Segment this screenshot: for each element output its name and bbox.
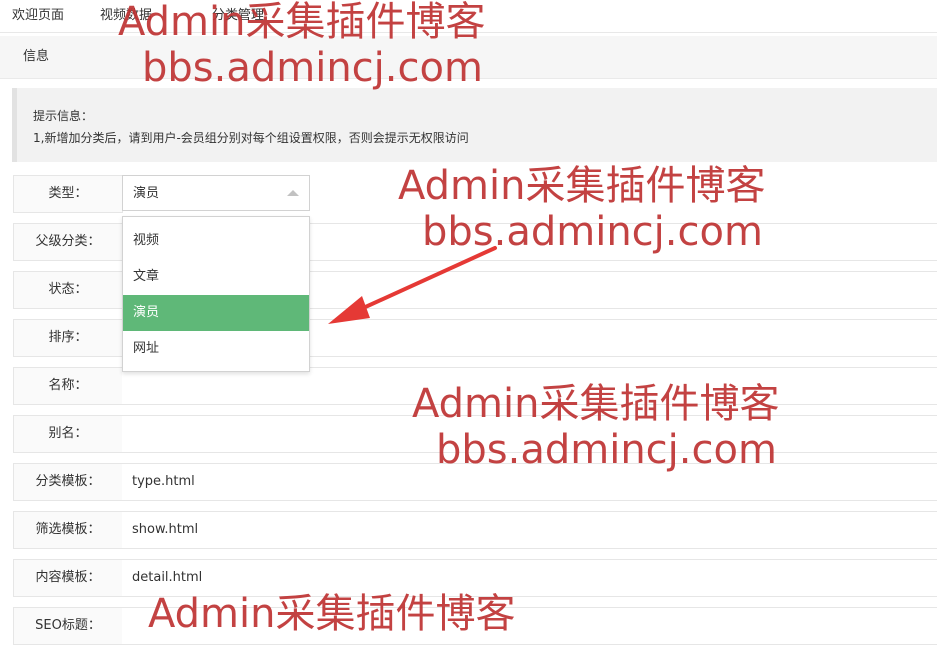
type-option-actor[interactable]: 演员 (123, 295, 309, 331)
parent-category-label: 父级分类： (13, 223, 123, 261)
content-template-label: 内容模板： (13, 559, 123, 597)
form-row-name: 名称： (13, 367, 937, 405)
filter-template-value: show.html (132, 522, 199, 537)
form-row-seo-title: SEO标题： (13, 607, 937, 645)
type-option-video[interactable]: 视频 (123, 223, 309, 259)
content-template-value: detail.html (132, 570, 203, 585)
type-select[interactable]: 演员 (122, 175, 310, 211)
name-input[interactable] (122, 367, 937, 405)
sub-tab-bar: 信息 (0, 36, 937, 79)
category-template-label: 分类模板： (13, 463, 123, 501)
tab-video-data[interactable]: 视频数据 (100, 0, 152, 32)
alias-input[interactable] (122, 415, 937, 453)
notice-title: 提示信息： (33, 109, 94, 123)
filter-template-input[interactable]: show.html (122, 511, 937, 549)
name-label: 名称： (13, 367, 123, 405)
type-select-value: 演员 (133, 186, 160, 201)
notice-text: 1,新增加分类后，请到用户-会员组分别对每个组设置权限，否则会提示无权限访问 (33, 131, 469, 145)
form-row-content-template: 内容模板： detail.html (13, 559, 937, 597)
tab-category-management[interactable]: 分类管理 (212, 0, 264, 32)
content-template-input[interactable]: detail.html (122, 559, 937, 597)
category-template-input[interactable]: type.html (122, 463, 937, 501)
alias-label: 别名： (13, 415, 123, 453)
tab-info[interactable]: 信息 (23, 36, 49, 78)
notice-box: 提示信息： 1,新增加分类后，请到用户-会员组分别对每个组设置权限，否则会提示无… (12, 88, 937, 162)
status-label: 状态： (13, 271, 123, 309)
type-option-article[interactable]: 文章 (123, 259, 309, 295)
form-row-category-template: 分类模板： type.html (13, 463, 937, 501)
type-label: 类型： (13, 175, 123, 213)
seo-title-label: SEO标题： (13, 607, 123, 645)
type-dropdown: 视频 文章 演员 网址 (122, 216, 310, 372)
tab-welcome[interactable]: 欢迎页面 (12, 0, 64, 32)
form-row-filter-template: 筛选模板： show.html (13, 511, 937, 549)
chevron-up-icon (287, 190, 299, 196)
seo-title-input[interactable] (122, 607, 937, 645)
type-option-url[interactable]: 网址 (123, 331, 309, 367)
sort-label: 排序： (13, 319, 123, 357)
filter-template-label: 筛选模板： (13, 511, 123, 549)
category-template-value: type.html (132, 474, 195, 489)
top-tab-bar: 欢迎页面 视频数据 分类管理 (0, 0, 937, 33)
form-row-alias: 别名： (13, 415, 937, 453)
